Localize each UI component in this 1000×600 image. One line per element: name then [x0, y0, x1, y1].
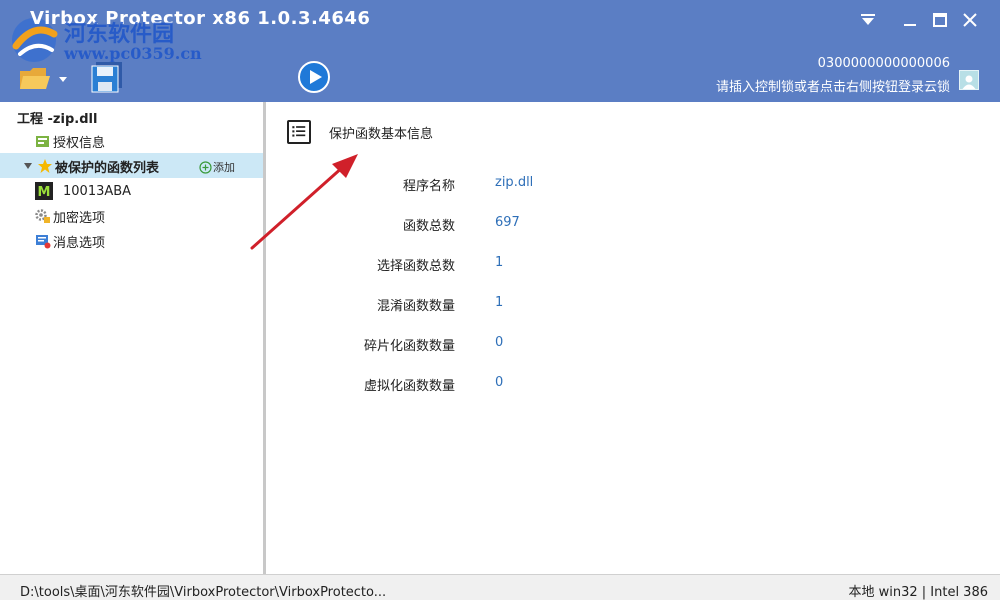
- save-button[interactable]: [90, 60, 124, 94]
- label-function-total: 函数总数: [402, 219, 455, 234]
- status-file-path: D:\tools\桌面\河东软件园\VirboxProtector\Virbox…: [20, 585, 387, 600]
- minimize-icon[interactable]: [899, 10, 921, 30]
- info-panel: 保护函数基本信息 程序名称 zip.dll 函数总数 697 选择函数总数 1 …: [266, 102, 1000, 574]
- list-icon: [287, 120, 311, 144]
- tree-root-project[interactable]: 工程 -zip.dll: [17, 108, 97, 127]
- settings-icon: [35, 209, 50, 223]
- cloud-login-button[interactable]: [959, 70, 979, 90]
- run-protect-button[interactable]: [297, 60, 331, 94]
- status-platform: 本地 win32 | Intel 386: [848, 585, 988, 600]
- label-program-name: 程序名称: [402, 179, 455, 194]
- svg-text:M: M: [38, 185, 51, 200]
- status-bar: D:\tools\桌面\河东软件园\VirboxProtector\Virbox…: [0, 574, 1000, 600]
- watermark-url: www.pc0359.cn: [64, 44, 202, 63]
- expand-arrow-icon[interactable]: [23, 161, 33, 171]
- lock-serial-number: 0300000000000006: [817, 56, 950, 71]
- star-icon: [38, 159, 52, 173]
- folder-open-icon: [20, 68, 67, 89]
- dropdown-icon[interactable]: [857, 10, 879, 30]
- open-project-button[interactable]: [18, 65, 68, 93]
- value-virtualized-count: 0: [495, 375, 504, 390]
- title-bar: Virbox Protector x86 1.0.3.4646 河东软件园 ww…: [0, 0, 1000, 102]
- tree-item-label: 10013ABA: [63, 183, 132, 199]
- tree-item-label: 加密选项: [53, 210, 106, 226]
- value-function-total: 697: [495, 215, 520, 230]
- tree-item-label: 被保护的函数列表: [55, 160, 160, 176]
- license-icon: [36, 136, 49, 147]
- panel-title: 保护函数基本信息: [329, 127, 434, 142]
- tree-item-label: 消息选项: [53, 235, 106, 251]
- value-program-name: zip.dll: [495, 175, 534, 190]
- tree-item-message-options[interactable]: 消息选项: [35, 229, 105, 253]
- save-icon: [91, 62, 122, 93]
- project-tree: 工程 -zip.dll 授权信息 被保护的函数列表 添加 M 10013ABA: [0, 102, 263, 574]
- value-fragmented-count: 0: [495, 335, 504, 350]
- user-icon: [962, 75, 976, 89]
- label-obfuscated-count: 混淆函数数量: [376, 299, 455, 314]
- login-hint: 请插入控制锁或者点击右侧按钮登录云锁: [715, 80, 950, 95]
- add-label: 添加: [213, 161, 235, 174]
- tree-item-function-10013ABA[interactable]: M 10013ABA: [35, 179, 131, 203]
- maximize-icon[interactable]: [929, 10, 951, 30]
- add-icon: [199, 160, 212, 174]
- value-selected-total: 1: [495, 255, 504, 270]
- function-m-icon: M: [35, 182, 53, 200]
- label-virtualized-count: 虚拟化函数数量: [363, 379, 455, 394]
- value-obfuscated-count: 1: [495, 295, 504, 310]
- add-function-button[interactable]: 添加: [199, 159, 235, 175]
- tree-item-encrypt-options[interactable]: 加密选项: [35, 204, 105, 228]
- close-icon[interactable]: [959, 10, 981, 30]
- play-icon: [298, 61, 330, 93]
- tree-item-license-info[interactable]: 授权信息: [35, 129, 105, 153]
- label-fragmented-count: 碎片化函数数量: [363, 339, 455, 354]
- tree-item-label: 授权信息: [53, 135, 106, 151]
- message-icon: [36, 235, 51, 249]
- label-selected-total: 选择函数总数: [376, 259, 455, 274]
- tree-item-protected-functions[interactable]: 被保护的函数列表: [23, 154, 159, 178]
